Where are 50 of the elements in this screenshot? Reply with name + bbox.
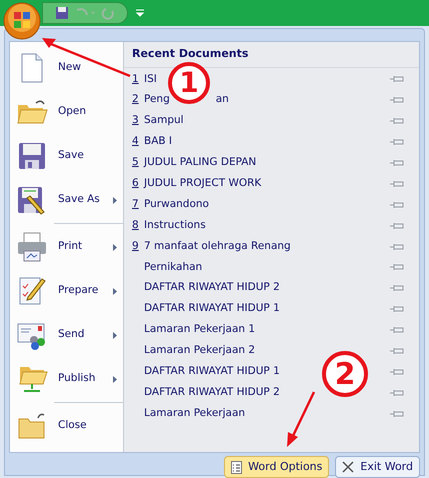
recent-document[interactable]: Lamaran Pekerjaan (132, 406, 246, 422)
options-button[interactable]: Word Options (224, 456, 330, 478)
recent-document[interactable]: 1 ISI (132, 72, 157, 88)
annotation-arrow (284, 390, 316, 448)
pin-icon[interactable] (390, 410, 404, 418)
recent-document[interactable]: Lamaran Pekerjaan 2 (132, 343, 256, 359)
close-icon (342, 461, 354, 473)
recent-document[interactable]: 5 JUDUL PALING DEPAN (132, 155, 256, 171)
menu-item[interactable]: Close (10, 404, 123, 448)
recent-document[interactable]: DAFTAR RIWAYAT HIDUP 1 (132, 364, 280, 380)
recent-document[interactable]: 3 Sampul (132, 113, 184, 130)
pane-title: Recent Documents (132, 46, 248, 62)
recent-document[interactable]: DAFTAR RIWAYAT HIDUP 2 (132, 280, 280, 296)
menu-item[interactable]: Open (10, 90, 123, 134)
pin-icon[interactable] (390, 222, 404, 230)
settings-document-icon (231, 460, 242, 474)
recent-document[interactable]: Pernikahan (132, 260, 202, 276)
pin-icon[interactable] (390, 138, 404, 146)
pin-icon[interactable] (390, 388, 404, 397)
pin-icon[interactable] (390, 368, 404, 376)
recent-document[interactable]: DAFTAR RIWAYAT HIDUP 1 (132, 301, 280, 318)
dropdown-arrow-icon[interactable] (136, 9, 144, 17)
recent-document[interactable]: 7 Purwandono (132, 196, 209, 213)
pin-icon[interactable] (390, 305, 404, 314)
menu-item[interactable]: Send (10, 313, 123, 357)
recent-document[interactable]: DAFTAR RIWAYAT HIDUP 2 (132, 384, 280, 401)
menu-item[interactable]: Save (10, 134, 123, 178)
menu-item[interactable]: Print (10, 225, 123, 269)
recent-document[interactable]: 8 Instructions (132, 218, 206, 234)
pin-icon[interactable] (390, 347, 404, 356)
pin-icon[interactable] (390, 263, 404, 272)
pin-icon[interactable] (390, 159, 404, 167)
recent-document[interactable]: 6 JUDUL PROJECT WORK (132, 176, 262, 192)
menu-item[interactable]: Publish (10, 357, 123, 401)
pin-icon[interactable] (390, 200, 404, 209)
exit-button[interactable]: Exit Word (335, 456, 420, 478)
pin-icon[interactable] (390, 75, 404, 84)
recent-document[interactable]: Lamaran Pekerjaan 1 (132, 322, 256, 338)
recent-document[interactable]: 4 BAB I (132, 134, 172, 150)
pin-icon[interactable] (390, 242, 404, 251)
pin-icon[interactable] (390, 326, 404, 334)
menu-item[interactable]: New (10, 46, 123, 90)
pin-icon[interactable] (390, 180, 404, 188)
menu-item[interactable]: Prepare (10, 269, 123, 313)
recent-document[interactable]: 9 7 manfaat olehraga Renang (132, 238, 291, 254)
printer-icon (16, 231, 48, 263)
pin-icon[interactable] (390, 96, 404, 104)
pin-icon[interactable] (390, 284, 404, 292)
pin-icon[interactable] (390, 117, 404, 126)
menu-item[interactable]: Save As (10, 178, 123, 222)
